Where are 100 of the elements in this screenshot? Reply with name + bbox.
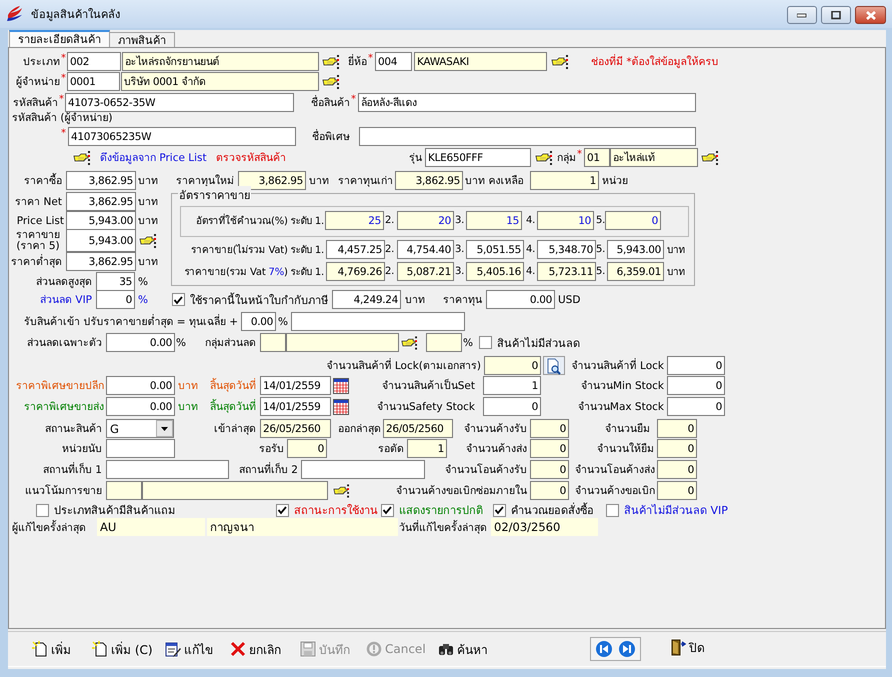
text-field[interactable] (106, 439, 175, 458)
text-field[interactable]: 1 (483, 376, 541, 395)
text-field[interactable] (142, 481, 328, 500)
first-record-button[interactable] (595, 640, 613, 658)
close-button[interactable] (855, 6, 886, 24)
text-field[interactable]: 4,457.25 (326, 240, 385, 259)
text-field[interactable] (359, 127, 696, 146)
text-field[interactable]: 1 (407, 439, 447, 458)
text-field[interactable]: 26/05/2560 (383, 419, 453, 438)
checkbox[interactable]: สถานะการใช้งาน (276, 503, 376, 517)
checkbox[interactable]: สินค้าไม่มีส่วนลด (479, 333, 589, 352)
text-field[interactable] (301, 460, 425, 479)
pointing-hand-icon[interactable] (322, 54, 339, 68)
text-field[interactable]: 10 (537, 211, 594, 230)
text-field[interactable]: 3,862.95 (395, 171, 463, 190)
text-field[interactable]: 0 (657, 419, 697, 438)
text-field[interactable]: 5,087.21 (397, 262, 454, 281)
text-field[interactable]: 0 (657, 460, 697, 479)
pointing-hand-icon[interactable] (551, 54, 568, 68)
pointing-hand-icon[interactable] (333, 484, 349, 498)
checkbox[interactable]: สินค้าไม่มีส่วนลด VIP (606, 503, 741, 517)
pointing-hand-icon[interactable] (322, 74, 339, 88)
text-field[interactable]: KAWASAKI (414, 52, 547, 71)
text-field[interactable]: 0 (530, 481, 569, 500)
text-field[interactable]: 14/01/2559 (260, 376, 331, 395)
text-field[interactable]: 3,862.95 (238, 171, 306, 190)
text-field[interactable]: 41073065235W (68, 127, 296, 146)
text-field[interactable]: 3,862.95 (66, 252, 136, 271)
edit-button[interactable]: แก้ไข (165, 640, 213, 658)
pointing-hand-icon[interactable] (401, 336, 417, 350)
text-field[interactable]: 14/01/2559 (260, 397, 331, 416)
text-field[interactable]: 0001 (67, 72, 120, 91)
text-field[interactable]: 4,769.26 (326, 262, 385, 281)
text-field[interactable]: 25 (325, 211, 384, 230)
checkbox[interactable]: ประเภทสินค้ามีสินค้าแถม (36, 503, 206, 517)
calendar-icon[interactable] (333, 378, 349, 394)
text-field[interactable]: 26/05/2560 (260, 419, 331, 438)
text-field[interactable]: 0 (667, 376, 725, 395)
text-field[interactable]: 3,862.95 (66, 171, 136, 190)
text-field[interactable]: 0.00 (106, 397, 175, 416)
text-field[interactable]: 5,943.00 (607, 240, 664, 259)
text-field[interactable]: 01 (584, 148, 610, 167)
add-button[interactable]: เพิ่ม (32, 640, 71, 658)
text-field[interactable] (106, 460, 229, 479)
link[interactable]: ดึงข้อมูลจาก Price List (100, 148, 210, 167)
checkbox[interactable]: แสดงรายการปกติ (381, 503, 489, 517)
minimize-button[interactable] (787, 6, 817, 24)
text-field[interactable]: 0 (530, 439, 569, 458)
text-field[interactable]: 004 (375, 52, 412, 71)
text-field[interactable]: บริษัท 0001 จำกัด (121, 72, 319, 91)
text-field[interactable]: 0 (530, 419, 569, 438)
text-field[interactable]: 20 (397, 211, 454, 230)
last-record-button[interactable] (618, 640, 636, 658)
checkbox[interactable]: ใช้ราคานี้ในหน้าใบกำกับภาษี (172, 290, 330, 309)
text-field[interactable]: 0 (667, 397, 725, 416)
text-field[interactable]: 5,943.00 (66, 229, 136, 252)
text-field[interactable]: 002 (67, 52, 121, 71)
pointing-hand-icon[interactable] (139, 234, 156, 248)
text-field[interactable]: 0 (96, 290, 135, 309)
text-field[interactable]: 41073-0652-35W (65, 93, 294, 112)
calendar-icon[interactable] (333, 398, 349, 414)
text-field[interactable]: 0 (667, 356, 725, 375)
add-copy-button[interactable]: เพิ่ม (C) (92, 640, 153, 658)
text-field[interactable]: 5,405.16 (466, 262, 524, 281)
text-field[interactable]: 35 (96, 272, 135, 291)
text-field[interactable]: 0.00 (106, 376, 175, 395)
text-field[interactable]: 0 (605, 211, 661, 230)
pointing-hand-icon[interactable] (701, 150, 718, 164)
text-field[interactable]: 4,754.40 (397, 240, 454, 259)
text-field[interactable]: 0 (657, 481, 697, 500)
search-button[interactable]: ค้นหา (438, 640, 488, 658)
text-field[interactable]: 0 (483, 397, 541, 416)
text-field[interactable]: 0 (530, 460, 569, 479)
tab[interactable]: รายละเอียดสินค้า (9, 30, 110, 47)
text-field[interactable] (260, 333, 286, 352)
pointing-hand-icon[interactable] (535, 150, 552, 164)
text-field[interactable]: 0.00 (241, 312, 276, 331)
text-field[interactable]: 6,359.01 (607, 262, 664, 281)
text-field[interactable]: 15 (466, 211, 522, 230)
document-search-button[interactable] (543, 356, 565, 375)
text-field[interactable]: 4,249.24 (332, 290, 401, 309)
text-field[interactable]: 5,348.70 (537, 240, 596, 259)
cancel-button[interactable]: ยกเลิก (230, 640, 281, 658)
tab[interactable]: ภาพสินค้า (109, 32, 175, 47)
text-field[interactable]: 0 (657, 439, 697, 458)
exit-button[interactable]: ปิด (670, 638, 705, 657)
text-field[interactable]: 0.00 (486, 290, 555, 309)
text-field[interactable]: 3,862.95 (66, 192, 136, 211)
text-field[interactable]: KLE650FFF (425, 148, 531, 167)
text-field[interactable]: 1 (530, 171, 599, 190)
text-field[interactable]: ล้อหลัง-สีแดง (358, 93, 696, 112)
pointing-hand-icon[interactable] (73, 150, 90, 164)
maximize-button[interactable] (821, 6, 851, 24)
checkbox[interactable]: คำนวณยอดสั่งซื้อ (493, 503, 601, 517)
dropdown-field[interactable]: G (106, 419, 174, 438)
text-field[interactable] (286, 333, 399, 352)
text-field[interactable]: 5,943.00 (66, 211, 136, 230)
text-field[interactable]: 5,051.55 (466, 240, 524, 259)
text-field[interactable]: 0 (287, 439, 327, 458)
text-field[interactable] (291, 312, 465, 331)
